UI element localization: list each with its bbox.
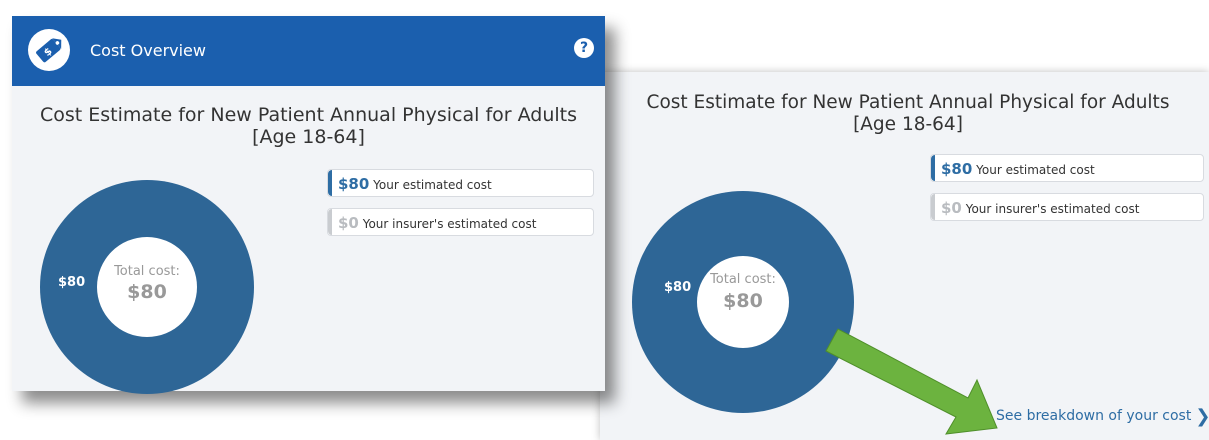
question-circle-icon[interactable]: ? <box>574 38 594 58</box>
legend-color-bar <box>328 170 332 196</box>
total-cost-label: Total cost: <box>113 264 180 279</box>
your-cost-label: Your estimated cost <box>373 178 492 192</box>
legend-your-cost: $80 Your estimated cost <box>327 169 594 197</box>
estimate-title-line2: [Age 18-64] <box>252 126 365 148</box>
legend-insurer-cost: $0 Your insurer's estimated cost <box>327 208 594 236</box>
total-cost-value: $80 <box>127 281 167 303</box>
estimate-title-line1: Cost Estimate for New Patient Annual Phy… <box>39 104 578 126</box>
green-arrow-icon <box>825 328 998 435</box>
donut-slice-label: $80 <box>58 275 85 290</box>
cost-overview-card: $ Cost Overview ? Cost Estimate for New … <box>12 16 605 394</box>
price-tag-logo-icon: $ <box>28 29 70 71</box>
insurer-cost-amount: $0 <box>338 214 359 232</box>
card-header: $ Cost Overview ? <box>12 16 605 86</box>
card-title: Cost Overview <box>90 41 206 60</box>
insurer-cost-label: Your insurer's estimated cost <box>362 217 537 231</box>
your-cost-amount: $80 <box>338 175 370 193</box>
estimate-title: Cost Estimate for New Patient Annual Phy… <box>32 104 585 148</box>
cost-donut-chart: $80 Total cost: $80 <box>40 180 254 394</box>
legend-color-bar <box>328 209 332 235</box>
